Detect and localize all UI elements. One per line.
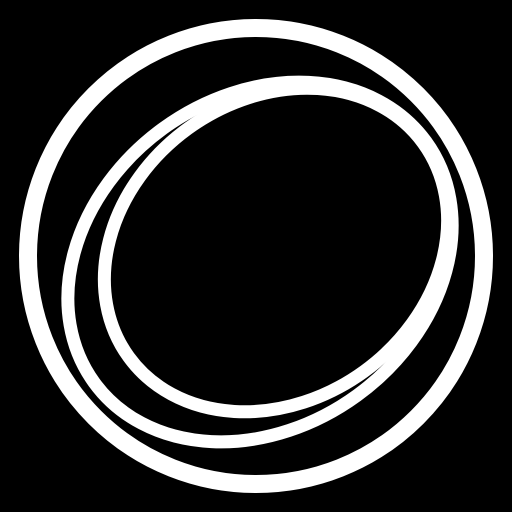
icon-canvas (0, 0, 512, 512)
orbit-rings-icon (0, 0, 512, 512)
